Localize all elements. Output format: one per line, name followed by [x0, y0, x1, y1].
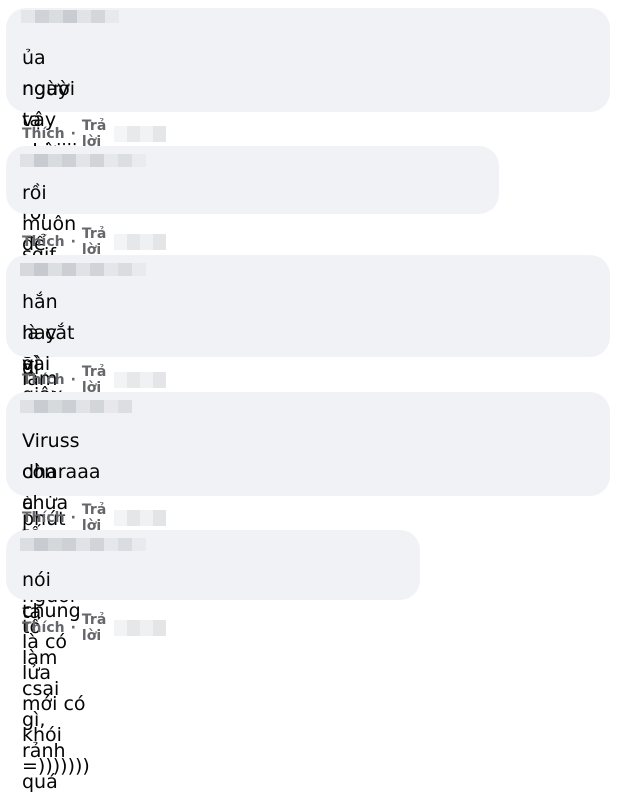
- blurred-timestamp: [114, 510, 167, 526]
- like-button[interactable]: Thích: [22, 126, 65, 142]
- blurred-author-name: [21, 10, 119, 23]
- like-button[interactable]: Thích: [22, 234, 65, 250]
- comment-text-line: nói chung là có lửa mới có khói =))))))): [22, 569, 92, 777]
- like-button[interactable]: Thích: [22, 510, 65, 526]
- blurred-author-name: [20, 154, 146, 167]
- blurred-timestamp: [114, 620, 167, 636]
- blurred-timestamp: [114, 126, 167, 142]
- blurred-author-name: [20, 400, 132, 413]
- reply-button[interactable]: Trả lời: [82, 612, 106, 644]
- action-separator: ·: [70, 372, 76, 388]
- blurred-author-name: [20, 263, 146, 276]
- like-button[interactable]: Thích: [22, 620, 65, 636]
- action-separator: ·: [70, 510, 76, 526]
- comment-text-line: dharaaa: [22, 461, 101, 483]
- reply-button[interactable]: Trả lời: [82, 226, 106, 258]
- action-separator: ·: [70, 234, 76, 250]
- comment-bubble: [6, 8, 610, 112]
- like-button[interactable]: Thích: [22, 372, 65, 388]
- action-separator: ·: [70, 620, 76, 636]
- blurred-timestamp: [114, 372, 167, 388]
- blurred-timestamp: [114, 234, 167, 250]
- blurred-author-name: [20, 538, 146, 551]
- comment-actions: Thích · Trả lời: [22, 612, 167, 644]
- comment-actions: Thích · Trả lời: [22, 226, 167, 258]
- action-separator: ·: [70, 126, 76, 142]
